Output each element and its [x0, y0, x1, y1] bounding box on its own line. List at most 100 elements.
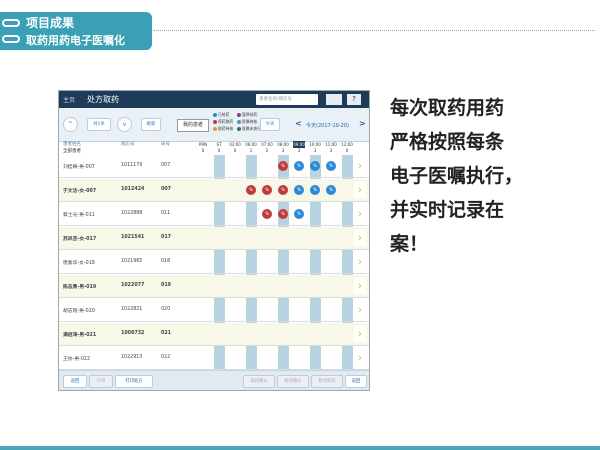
time-slot-header[interactable]: 08:00 [277, 141, 289, 148]
col-header-bed: 床号 [161, 142, 170, 147]
legend-label: 医嘱待核 [242, 119, 258, 124]
legend-item: 医嘱未执行 [237, 126, 261, 132]
time-slot-header[interactable]: PRN [197, 141, 209, 148]
date-prev-button[interactable]: < [295, 119, 302, 128]
cell-bed: 007 [161, 163, 171, 168]
slide-bottom-line [0, 446, 600, 450]
medication-order-icon[interactable]: % [262, 209, 272, 219]
legend-item: 医嘱待核 [237, 119, 257, 125]
refresh-button[interactable]: 刷新 [141, 118, 161, 131]
back-button[interactable]: 返回 [63, 375, 87, 388]
patient-filter[interactable]: 我的患者 [177, 119, 209, 132]
print-button[interactable]: 打印 [89, 375, 113, 388]
next-patient-button[interactable]: v [117, 117, 132, 132]
table-row[interactable]: 胡志刚-男-020 1022821 020 › [59, 299, 369, 322]
legend-item: 停药取药 [213, 119, 233, 125]
medication-order-icon[interactable]: % [326, 161, 336, 171]
print-prescription-button[interactable]: 打印处方 [115, 375, 153, 388]
cell-bed: 020 [161, 307, 171, 312]
row-detail-chevron-icon[interactable]: › [354, 350, 366, 366]
cell-mrn: 1011179 [121, 163, 143, 168]
table-row[interactable]: 王协-男-022 1022913 022 › [59, 347, 369, 370]
time-slot-header[interactable]: 06:00 [245, 141, 257, 148]
medication-order-icon[interactable]: % [294, 185, 304, 195]
app-bottombar: 返回 打印 打印处方 取药确认 给药确认 暂停取药 返回 [59, 370, 369, 390]
cell-name: 满冠涛-男-021 [63, 333, 97, 338]
cell-mrn: 1022821 [121, 307, 143, 312]
medication-order-icon[interactable]: % [310, 161, 320, 171]
medication-order-icon[interactable]: % [310, 185, 320, 195]
legend-dot-icon [237, 120, 241, 124]
medication-order-icon[interactable]: % [262, 185, 272, 195]
grid-view-icon[interactable] [326, 94, 342, 105]
medication-order-icon[interactable]: % [246, 185, 256, 195]
cell-mrn: 1022888 [121, 211, 143, 216]
table-row[interactable]: 满冠涛-男-021 1008732 021 › [59, 323, 369, 346]
cell-bed: 021 [161, 331, 172, 336]
confirm-pickup-button[interactable]: 取药确认 [243, 375, 275, 388]
table-row[interactable]: 蔡士光-男-011 1022888 011%%% › [59, 203, 369, 226]
caption-line: 电子医嘱执行， [390, 165, 524, 187]
row-detail-chevron-icon[interactable]: › [354, 182, 366, 198]
row-detail-chevron-icon[interactable]: › [354, 206, 366, 222]
cell-bed: 007 [161, 187, 172, 192]
pause-pickup-button[interactable]: 暂停取药 [311, 375, 343, 388]
binder-ring-icon [2, 19, 20, 27]
cell-name: 王协-男-022 [63, 357, 91, 362]
time-slot-header[interactable]: 12:00 [341, 141, 353, 148]
row-detail-chevron-icon[interactable]: › [354, 302, 366, 318]
slide: 项目成果 取药用药电子医嘱化 主页 处方取药 患者名称/病历号 ? ^ 共1条 … [0, 0, 600, 450]
time-slot-header[interactable]: 07:00 [261, 141, 273, 148]
patient-count: 共1条 [87, 118, 111, 131]
nav-page-title: 处方取药 [87, 95, 119, 104]
date-next-button[interactable]: > [359, 119, 366, 128]
row-detail-chevron-icon[interactable]: › [354, 254, 366, 270]
time-slot-count: 3 [297, 148, 301, 153]
confirm-administer-button[interactable]: 给药确认 [277, 375, 309, 388]
medication-order-icon[interactable]: % [278, 209, 288, 219]
today-button[interactable]: 今天 [260, 118, 280, 131]
time-slot-header[interactable]: 09:00 [293, 141, 305, 148]
legend-label: 暂停给药 [242, 112, 258, 117]
nav-home-link[interactable]: 主页 [63, 95, 75, 104]
time-slot-count: 3 [313, 148, 317, 153]
table-row[interactable]: 于文洁-女-007 1012424 007%%%%%% › [59, 179, 369, 202]
row-detail-chevron-icon[interactable]: › [354, 230, 366, 246]
medication-order-icon[interactable]: % [278, 161, 288, 171]
row-detail-chevron-icon[interactable]: › [354, 158, 366, 174]
caption-line: 并实时记录在 [390, 199, 505, 221]
header-title: 项目成果 [26, 16, 75, 30]
header-divider [153, 30, 595, 31]
table-row[interactable]: 苏凤芸-女-017 1021541 017 › [59, 227, 369, 250]
time-slot-header[interactable]: ST [213, 141, 225, 148]
time-slot-header[interactable]: 10:00 [309, 141, 321, 148]
cell-bed: 019 [161, 283, 172, 288]
time-slot-header[interactable]: 03:00 [229, 141, 241, 148]
cell-name: 刘桂梅-男-007 [63, 165, 95, 170]
prev-patient-button[interactable]: ^ [63, 117, 78, 132]
cell-bed: 011 [161, 211, 171, 216]
group-label: 全部患者 [63, 149, 81, 154]
time-slot-count: 0 [217, 148, 221, 153]
medication-order-icon[interactable]: % [278, 185, 288, 195]
order-grid: 患者姓名 病历号 床号 全部患者 PRN 0 ST 0 03:00 0 06:00 1 07:0… [59, 141, 369, 370]
search-input[interactable]: 患者名称/病历号 [256, 94, 318, 105]
cell-bed: 018 [161, 259, 171, 264]
cell-bed: 022 [161, 355, 171, 360]
cell-mrn: 1022913 [121, 355, 143, 360]
time-slot-count: 1 [249, 148, 253, 153]
medication-order-icon[interactable]: % [294, 161, 304, 171]
row-detail-chevron-icon[interactable]: › [354, 278, 366, 294]
col-header-mrn: 病历号 [121, 142, 135, 147]
table-row[interactable]: 陈志勇-男-019 1022077 019 › [59, 275, 369, 298]
row-detail-chevron-icon[interactable]: › [354, 326, 366, 342]
help-button[interactable]: ? [347, 94, 361, 105]
return-button[interactable]: 返回 [345, 375, 367, 388]
table-row[interactable]: 唐素华-女-018 1021965 018 › [59, 251, 369, 274]
medication-order-icon[interactable]: % [326, 185, 336, 195]
caption-line: 严格按照每条 [390, 131, 505, 153]
time-slot-header[interactable]: 11:00 [325, 141, 337, 148]
table-row[interactable]: 刘桂梅-男-007 1011179 007%%%% › [59, 155, 369, 178]
medication-order-icon[interactable]: % [294, 209, 304, 219]
binder-ring-icon [2, 35, 20, 43]
